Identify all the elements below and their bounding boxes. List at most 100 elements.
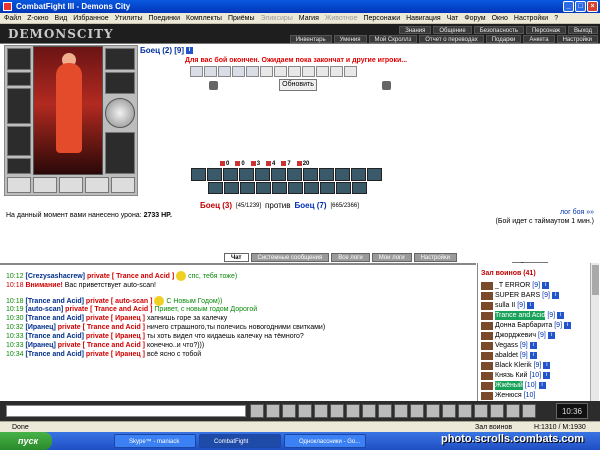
skill-icon[interactable] [288,182,303,194]
skill-icon[interactable] [352,182,367,194]
info-icon[interactable]: i [529,352,537,359]
menu-item[interactable]: ? [554,13,558,23]
toolbar-button[interactable] [282,404,296,418]
maximize-icon[interactable]: □ [575,1,586,12]
toolbar-button[interactable] [330,404,344,418]
info-icon[interactable]: i [551,292,559,299]
nav-exit[interactable]: Выход [568,26,598,34]
scroll-slot[interactable] [33,177,57,193]
toolbar-button[interactable] [362,404,376,418]
nav-transfer-report[interactable]: Отчет о переводах [419,35,484,43]
info-icon[interactable]: i [542,282,550,289]
tab-all-logs[interactable]: Все логи [331,253,370,262]
effect-slot[interactable] [344,66,357,77]
player-item[interactable]: Жжёный [10] i [481,381,546,390]
info-icon[interactable]: i [186,47,194,54]
info-icon[interactable]: i [527,302,535,309]
player-item[interactable]: Женюся [10] [481,391,535,400]
player-item[interactable]: SUPER BARS [9] i [481,291,559,300]
tab-chat[interactable]: Чат [224,253,249,262]
effect-slot[interactable] [232,66,245,77]
menu-item[interactable]: Персонажи [363,13,400,23]
armor-slot[interactable] [7,126,31,156]
toolbar-button[interactable] [490,404,504,418]
skill-icon[interactable] [255,168,270,181]
menu-item[interactable]: Эликсиры [261,13,293,23]
skill-icon[interactable] [320,182,335,194]
skill-icon[interactable] [351,168,366,181]
player-item[interactable]: Князь Кий [10] i [481,371,551,380]
nav-communication[interactable]: Общение [433,26,472,34]
scroll-thumb[interactable] [592,265,599,295]
menu-item[interactable]: Утилиты [115,13,143,23]
arrow-left-icon[interactable] [209,81,218,90]
toolbar-button[interactable] [426,404,440,418]
skill-icon[interactable] [336,182,351,194]
skill-icon[interactable] [287,168,302,181]
menu-item[interactable]: Вид [55,13,68,23]
skill-icon[interactable] [224,182,239,194]
menu-item[interactable]: Поединки [149,13,181,23]
toolbar-button[interactable] [442,404,456,418]
nav-security[interactable]: Безопасность [473,26,524,34]
player-item[interactable]: Trance and Acid [9] i [481,311,565,320]
belt-slot[interactable] [7,158,31,174]
player-item[interactable]: abaldet [9] i [481,351,537,360]
effect-slot[interactable] [288,66,301,77]
effect-slot[interactable] [316,66,329,77]
effect-slot[interactable] [330,66,343,77]
skill-icon[interactable] [207,168,222,181]
nav-character[interactable]: Персонаж [525,26,567,34]
arrow-right-icon[interactable] [382,81,391,90]
info-icon[interactable]: i [543,362,551,369]
toolbar-button[interactable] [314,404,328,418]
skill-icon[interactable] [240,182,255,194]
team-left[interactable]: Боец (3) [200,201,232,210]
effect-slot[interactable] [246,66,259,77]
nav-profile[interactable]: Анкета [523,35,555,43]
shield-slot[interactable] [105,98,135,128]
skill-icon[interactable] [304,182,319,194]
close-icon[interactable]: × [587,1,598,12]
task-combatfight[interactable]: CombatFight [199,434,281,448]
toolbar-button[interactable] [266,404,280,418]
skill-icon[interactable] [367,168,382,181]
effect-slot[interactable] [218,66,231,77]
toolbar-button[interactable] [394,404,408,418]
toolbar-button[interactable] [250,404,264,418]
amulet-slot[interactable] [7,72,31,86]
toolbar-button[interactable] [522,404,536,418]
nav-gifts[interactable]: Подарки [485,35,522,43]
menu-item[interactable]: Окно [492,13,508,23]
nav-my-scrolls[interactable]: Мой Скроллз [368,35,418,43]
info-icon[interactable]: i [564,322,572,329]
toolbar-button[interactable] [346,404,360,418]
info-icon[interactable]: i [529,342,537,349]
nav-skills[interactable]: Умения [333,35,367,43]
tab-system[interactable]: Системные сообщения [250,253,330,262]
info-icon[interactable]: i [538,382,546,389]
player-item[interactable]: _T ERROR [9] i [481,281,550,290]
effect-slot[interactable] [190,66,203,77]
menu-item[interactable]: Магия [299,13,319,23]
effect-slot[interactable] [274,66,287,77]
tab-settings[interactable]: Настройки [413,253,458,262]
skill-icon[interactable] [191,168,206,181]
start-button[interactable]: пуск [0,432,52,450]
battle-log-link[interactable]: лог боя »» [560,209,594,216]
player-item[interactable]: Vegass [9] i [481,341,537,350]
menu-item[interactable]: Чат [447,13,459,23]
toolbar-button[interactable] [506,404,520,418]
effect-slot[interactable] [204,66,217,77]
skill-icon[interactable] [271,168,286,181]
skill-icon[interactable] [335,168,350,181]
chat-input[interactable] [6,405,246,417]
nav-inventory[interactable]: Инвентарь [289,35,332,43]
toolbar-button[interactable] [458,404,472,418]
menu-item[interactable]: Животное [325,13,358,23]
menu-item[interactable]: Файл [4,13,21,23]
scroll-slot[interactable] [111,177,135,193]
menu-item[interactable]: Форум [464,13,485,23]
menu-item[interactable]: Навигация [406,13,441,23]
sidebar-scrollbar[interactable] [590,263,599,401]
